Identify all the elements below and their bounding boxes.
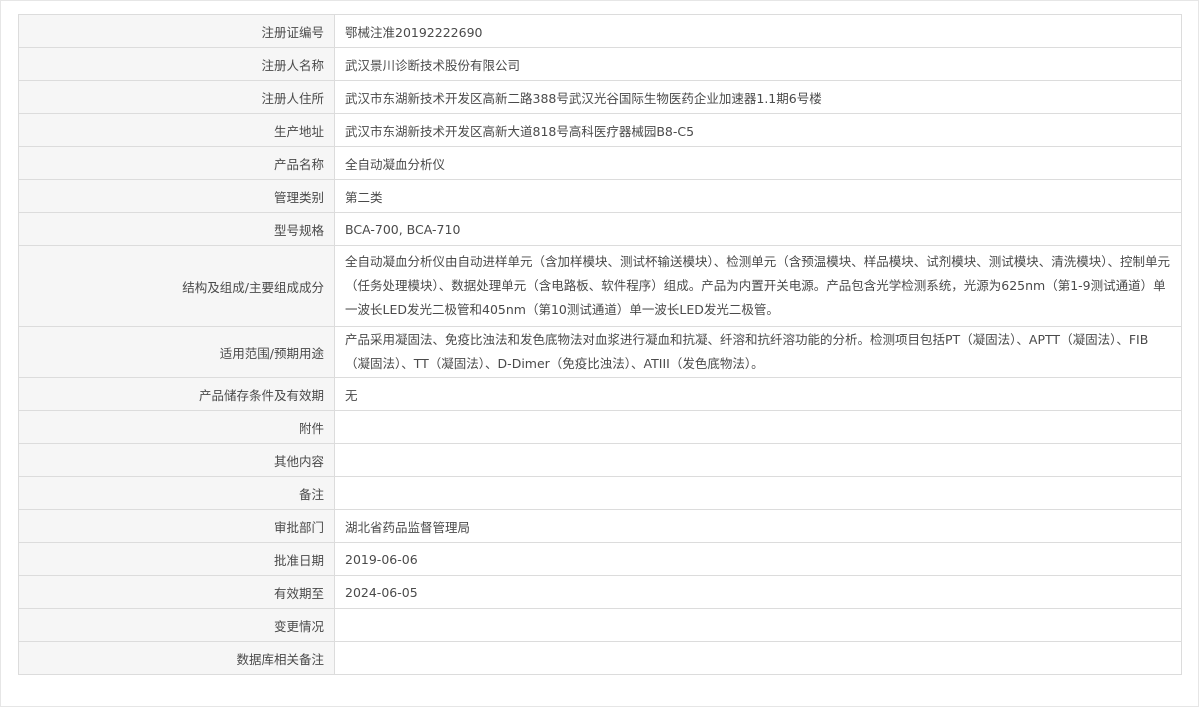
field-label: 附件 (18, 410, 335, 444)
field-label: 适用范围/预期用途 (18, 326, 335, 378)
field-label: 审批部门 (18, 509, 335, 543)
field-label: 变更情况 (18, 608, 335, 642)
field-value: BCA-700, BCA-710 (334, 212, 1182, 246)
row-model-spec: 型号规格 BCA-700, BCA-710 (18, 212, 1182, 246)
field-value (334, 641, 1182, 675)
row-change-history: 变更情况 (18, 608, 1182, 642)
registration-detail-table: 注册证编号 鄂械注准20192222690 注册人名称 武汉景川诊断技术股份有限… (18, 14, 1182, 675)
field-label: 数据库相关备注 (18, 641, 335, 675)
field-label: 生产地址 (18, 113, 335, 147)
field-label: 批准日期 (18, 542, 335, 576)
field-label: 注册人住所 (18, 80, 335, 114)
field-label: 结构及组成/主要组成成分 (18, 245, 335, 327)
row-approval-date: 批准日期 2019-06-06 (18, 542, 1182, 576)
row-remarks: 备注 (18, 476, 1182, 510)
field-label: 管理类别 (18, 179, 335, 213)
field-value (334, 608, 1182, 642)
field-label: 产品储存条件及有效期 (18, 377, 335, 411)
field-value: 无 (334, 377, 1182, 411)
row-database-notes: 数据库相关备注 (18, 641, 1182, 675)
field-value: 武汉市东湖新技术开发区高新二路388号武汉光谷国际生物医药企业加速器1.1期6号… (334, 80, 1182, 114)
row-valid-until: 有效期至 2024-06-05 (18, 575, 1182, 609)
field-value: 全自动凝血分析仪由自动进样单元（含加样模块、测试杯输送模块）、检测单元（含预温模… (334, 245, 1182, 327)
field-label: 型号规格 (18, 212, 335, 246)
row-attachments: 附件 (18, 410, 1182, 444)
row-approval-department: 审批部门 湖北省药品监督管理局 (18, 509, 1182, 543)
row-intended-use: 适用范围/预期用途 产品采用凝固法、免疫比浊法和发色底物法对血浆进行凝血和抗凝、… (18, 326, 1182, 378)
field-label: 注册证编号 (18, 14, 335, 48)
field-value (334, 410, 1182, 444)
field-label: 备注 (18, 476, 335, 510)
field-value (334, 476, 1182, 510)
field-value: 第二类 (334, 179, 1182, 213)
field-label: 产品名称 (18, 146, 335, 180)
field-value: 产品采用凝固法、免疫比浊法和发色底物法对血浆进行凝血和抗凝、纤溶和抗纤溶功能的分… (334, 326, 1182, 378)
field-value (334, 443, 1182, 477)
field-label: 注册人名称 (18, 47, 335, 81)
row-storage-validity: 产品储存条件及有效期 无 (18, 377, 1182, 411)
field-value: 湖北省药品监督管理局 (334, 509, 1182, 543)
row-product-name: 产品名称 全自动凝血分析仪 (18, 146, 1182, 180)
row-registrant-address: 注册人住所 武汉市东湖新技术开发区高新二路388号武汉光谷国际生物医药企业加速器… (18, 80, 1182, 114)
row-other-content: 其他内容 (18, 443, 1182, 477)
row-management-category: 管理类别 第二类 (18, 179, 1182, 213)
field-value: 全自动凝血分析仪 (334, 146, 1182, 180)
field-value: 鄂械注准20192222690 (334, 14, 1182, 48)
field-label: 其他内容 (18, 443, 335, 477)
field-label: 有效期至 (18, 575, 335, 609)
field-value: 武汉景川诊断技术股份有限公司 (334, 47, 1182, 81)
row-registration-number: 注册证编号 鄂械注准20192222690 (18, 14, 1182, 48)
row-registrant-name: 注册人名称 武汉景川诊断技术股份有限公司 (18, 47, 1182, 81)
field-value: 武汉市东湖新技术开发区高新大道818号高科医疗器械园B8-C5 (334, 113, 1182, 147)
field-value: 2019-06-06 (334, 542, 1182, 576)
field-value: 2024-06-05 (334, 575, 1182, 609)
row-production-address: 生产地址 武汉市东湖新技术开发区高新大道818号高科医疗器械园B8-C5 (18, 113, 1182, 147)
row-structure-composition: 结构及组成/主要组成成分 全自动凝血分析仪由自动进样单元（含加样模块、测试杯输送… (18, 245, 1182, 327)
